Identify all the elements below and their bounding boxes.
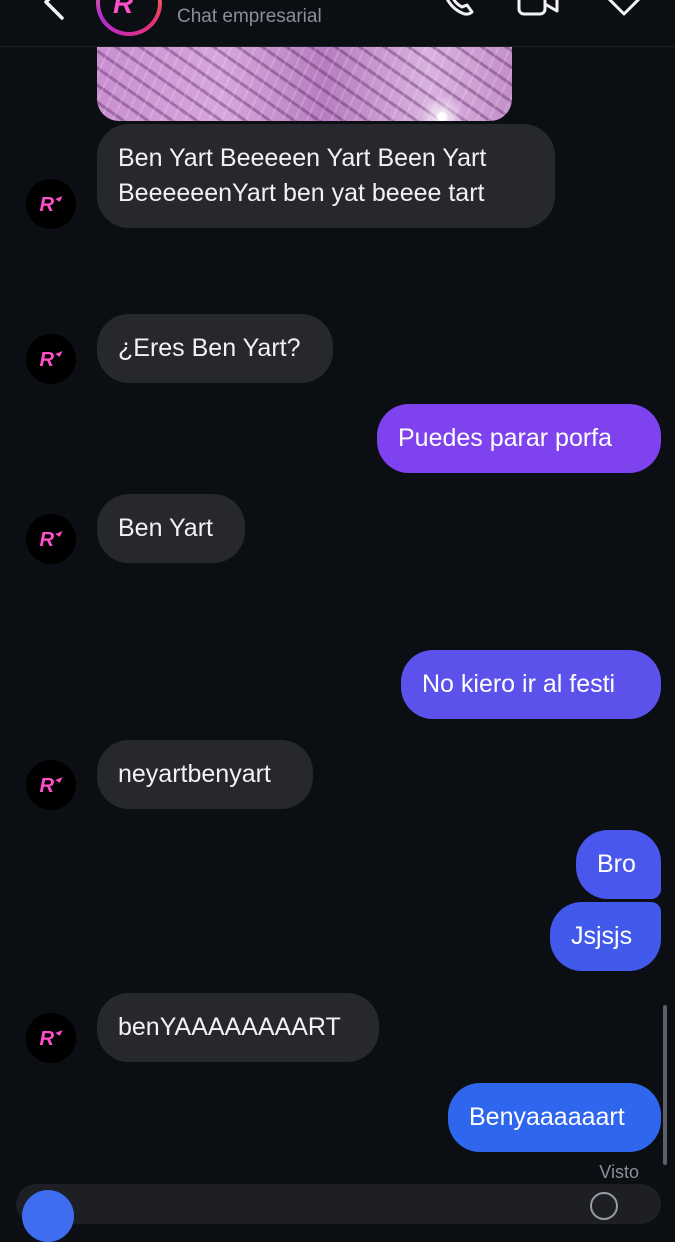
- brand-logo-icon: R: [113, 0, 134, 18]
- sender-avatar[interactable]: R: [26, 179, 76, 229]
- sender-avatar[interactable]: R: [26, 334, 76, 384]
- message-incoming[interactable]: ¿Eres Ben Yart?: [97, 314, 333, 383]
- message-incoming[interactable]: benYAAAAAAAART: [97, 993, 379, 1062]
- svg-text:R: R: [39, 194, 54, 215]
- message-incoming[interactable]: neyartbenyart: [97, 740, 313, 809]
- scrollbar[interactable]: [663, 1005, 667, 1165]
- shared-image[interactable]: [97, 47, 512, 121]
- message-composer[interactable]: [16, 1184, 661, 1224]
- message-incoming[interactable]: Ben Yart Beeeeen Yart Been Yart Beeeeeen…: [97, 124, 555, 228]
- contact-avatar[interactable]: R: [96, 0, 162, 36]
- message-text: BeeeeeenYart ben yat beeee tart: [118, 179, 485, 207]
- brand-logo-icon: R: [39, 194, 63, 215]
- message-text: neyartbenyart: [118, 760, 271, 788]
- message-text: benYAAAAAAAART: [118, 1013, 341, 1041]
- message-text: Ben Yart Beeeeen Yart Been Yart: [118, 144, 487, 172]
- message-text: No kiero ir al festi: [422, 670, 616, 698]
- sender-avatar[interactable]: R: [26, 514, 76, 564]
- message-text: Ben Yart: [118, 514, 213, 542]
- sender-avatar[interactable]: R: [26, 760, 76, 810]
- brand-logo-icon: R: [39, 529, 63, 550]
- message-text: Bro: [597, 850, 636, 878]
- message-outgoing[interactable]: Puedes parar porfa: [377, 404, 661, 473]
- phone-icon[interactable]: [440, 0, 476, 18]
- message-text: ¿Eres Ben Yart?: [118, 334, 301, 362]
- sticker-icon[interactable]: [590, 1192, 618, 1220]
- svg-text:R: R: [39, 775, 54, 796]
- chat-header: R Chat empresarial: [0, 0, 675, 47]
- svg-text:R: R: [39, 529, 54, 550]
- message-outgoing[interactable]: Benyaaaaaart: [448, 1083, 661, 1152]
- message-text: Benyaaaaaart: [469, 1103, 625, 1131]
- seen-status: Visto: [599, 1162, 639, 1182]
- message-outgoing[interactable]: Bro: [576, 830, 661, 899]
- svg-text:R: R: [113, 0, 134, 18]
- svg-text:R: R: [39, 1028, 54, 1049]
- message-outgoing[interactable]: No kiero ir al festi: [401, 650, 661, 719]
- chat-subtitle: Chat empresarial: [177, 6, 322, 27]
- svg-text:R: R: [39, 349, 54, 370]
- video-camera-icon[interactable]: [517, 0, 559, 16]
- message-text: Puedes parar porfa: [398, 424, 613, 452]
- tag-icon[interactable]: [604, 0, 644, 20]
- sender-avatar[interactable]: R: [26, 1013, 76, 1063]
- brand-logo-icon: R: [39, 775, 63, 796]
- chevron-left-icon[interactable]: [38, 0, 68, 22]
- brand-logo-icon: R: [39, 1028, 63, 1049]
- message-text: Jsjsjs: [571, 922, 633, 950]
- message-incoming[interactable]: Ben Yart: [97, 494, 245, 563]
- message-outgoing[interactable]: Jsjsjs: [550, 902, 661, 971]
- brand-logo-icon: R: [39, 349, 63, 370]
- camera-icon[interactable]: [22, 1190, 74, 1242]
